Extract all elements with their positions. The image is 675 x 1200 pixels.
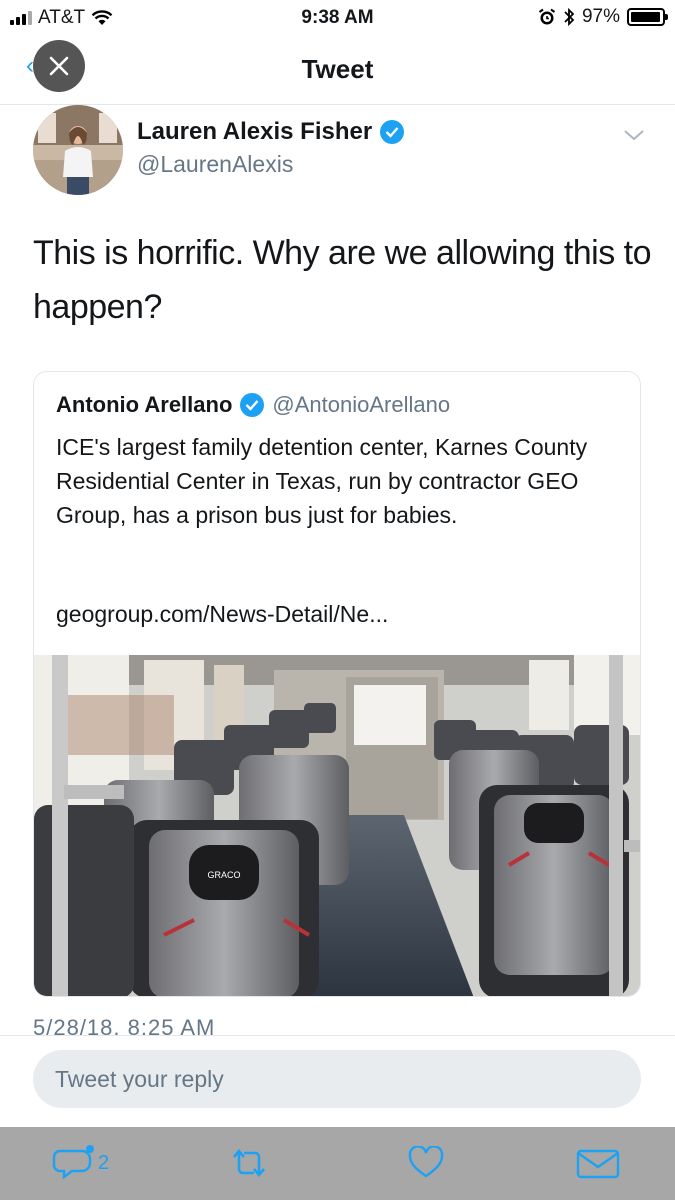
quoted-tweet-text: ICE's largest family detention center, K… xyxy=(56,434,588,528)
quoted-author-name: Antonio Arellano xyxy=(56,392,233,417)
status-bar: AT&T 9:38 AM 97% xyxy=(0,0,675,36)
quoted-author-handle: @AntonioArellano xyxy=(272,392,451,417)
nav-bar: ‹ Tweet xyxy=(0,36,675,105)
tweet-timestamp: 5/28/18, 8:25 AM xyxy=(33,1015,216,1035)
retweet-icon xyxy=(233,1148,265,1178)
heart-icon xyxy=(408,1146,444,1178)
direct-message-button[interactable] xyxy=(575,1145,621,1181)
bus-interior-image: GRACO xyxy=(34,655,640,996)
reply-input[interactable]: Tweet your reply xyxy=(33,1050,641,1108)
like-button[interactable] xyxy=(408,1145,444,1181)
quoted-tweet-photo[interactable]: GRACO xyxy=(34,655,640,996)
quoted-tweet-card[interactable]: Antonio Arellano @AntonioArellano ICE's … xyxy=(33,371,641,997)
author-handle[interactable]: @LaurenAlexis xyxy=(137,151,293,178)
tweet-options-chevron-icon[interactable] xyxy=(623,122,645,148)
avatar[interactable] xyxy=(33,105,123,195)
envelope-icon xyxy=(576,1149,620,1179)
avatar-photo xyxy=(33,105,123,195)
retweet-button[interactable] xyxy=(228,1145,270,1181)
verified-badge-icon xyxy=(380,120,405,144)
verified-badge-icon xyxy=(240,393,265,417)
battery-percent: 97% xyxy=(581,6,620,27)
reply-icon xyxy=(52,1145,94,1180)
action-bar: 2 xyxy=(0,1127,675,1200)
reply-bar: Tweet your reply xyxy=(0,1035,675,1128)
reply-count: 2 xyxy=(98,1151,110,1174)
status-right: 97% xyxy=(538,6,668,28)
reply-button[interactable]: 2 xyxy=(52,1145,109,1181)
battery-level xyxy=(631,12,660,22)
alarm-icon xyxy=(538,8,556,25)
quoted-tweet-link[interactable]: geogroup.com/News-Detail/Ne... xyxy=(56,601,388,628)
author-name-text: Lauren Alexis Fisher xyxy=(137,118,373,145)
bluetooth-icon xyxy=(564,7,575,27)
battery-icon xyxy=(627,8,668,26)
page-title: Tweet xyxy=(301,54,374,84)
author-name[interactable]: Lauren Alexis Fisher xyxy=(137,118,405,146)
seat-brand-label: GRACO xyxy=(207,870,240,880)
quoted-tweet-header: Antonio Arellano @AntonioArellano xyxy=(56,392,450,418)
tweet-text: This is horrific. Why are we allowing th… xyxy=(33,234,652,326)
